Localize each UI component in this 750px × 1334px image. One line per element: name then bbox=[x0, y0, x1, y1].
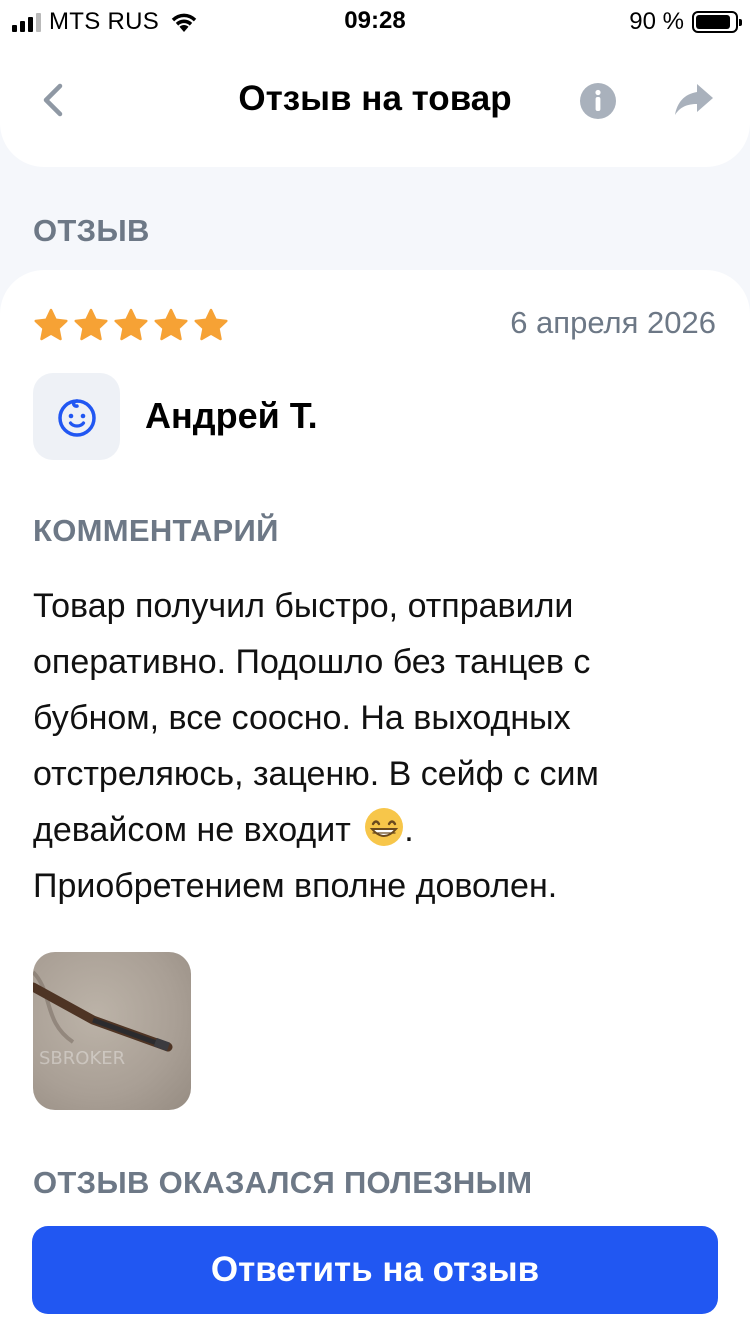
comment-period: . bbox=[404, 811, 414, 849]
review-section-title: ОТЗЫВ bbox=[33, 213, 150, 248]
comment-text: Товар получил быстро, отправили оператив… bbox=[33, 578, 723, 914]
battery-cap bbox=[739, 19, 742, 26]
author-name: Андрей Т. bbox=[145, 395, 318, 436]
avatar bbox=[33, 373, 120, 460]
star-icon bbox=[114, 308, 148, 341]
review-date: 6 апреля 2026 bbox=[510, 305, 716, 340]
status-bar: MTS RUS 09:28 90 % bbox=[0, 0, 750, 40]
grinning-face-emoji-icon bbox=[365, 808, 404, 846]
share-button[interactable] bbox=[673, 81, 715, 119]
rating-stars bbox=[33, 308, 229, 342]
status-right: 90 % bbox=[629, 8, 742, 36]
page-title: Отзыв на товар bbox=[238, 79, 512, 118]
helpful-section-title: ОТЗЫВ ОКАЗАЛСЯ ПОЛЕЗНЫМ bbox=[33, 1165, 533, 1200]
photo-content: SBROKER bbox=[33, 970, 173, 1069]
comment-body: Товар получил быстро, отправили оператив… bbox=[33, 587, 599, 849]
baby-face-icon bbox=[57, 398, 96, 437]
nav-header: Отзыв на товар bbox=[0, 40, 750, 167]
star-icon bbox=[154, 308, 188, 341]
reply-button[interactable]: Ответить на отзыв bbox=[32, 1226, 718, 1314]
battery-icon bbox=[692, 11, 742, 33]
star-icon bbox=[194, 308, 228, 341]
review-photo[interactable]: SBROKER bbox=[33, 952, 191, 1110]
star-icon bbox=[34, 308, 68, 341]
comment-section-title: КОММЕНТАРИЙ bbox=[33, 513, 279, 548]
share-icon bbox=[675, 84, 713, 115]
comment-tail: Приобретением вполне доволен. bbox=[33, 867, 558, 905]
info-icon bbox=[580, 83, 616, 119]
photo-watermark: SBROKER bbox=[39, 1048, 125, 1069]
info-button[interactable] bbox=[579, 82, 617, 120]
battery-percent: 90 % bbox=[629, 8, 684, 35]
star-icon bbox=[74, 308, 108, 341]
battery-fill bbox=[696, 15, 731, 29]
